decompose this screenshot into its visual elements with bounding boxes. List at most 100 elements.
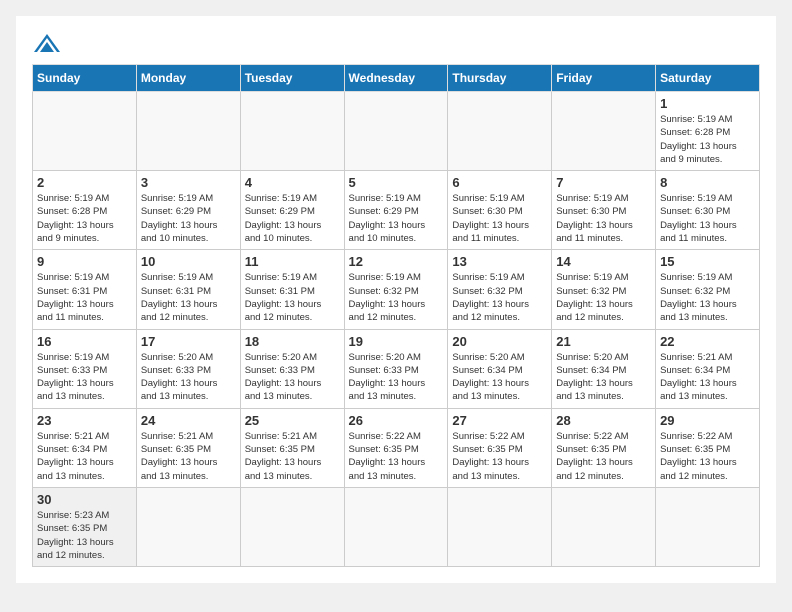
calendar-week-row: 1 Sunrise: 5:19 AMSunset: 6:28 PMDaylight… [33,92,760,171]
calendar-cell: 9 Sunrise: 5:19 AMSunset: 6:31 PMDaylight… [33,250,137,329]
calendar-cell: 6 Sunrise: 5:19 AMSunset: 6:30 PMDaylight… [448,171,552,250]
calendar-cell: 7 Sunrise: 5:19 AMSunset: 6:30 PMDaylight… [552,171,656,250]
col-monday: Monday [136,65,240,92]
day-info: Sunrise: 5:20 AMSunset: 6:33 PMDaylight:… [245,351,340,404]
day-number: 15 [660,254,755,269]
day-info: Sunrise: 5:19 AMSunset: 6:32 PMDaylight:… [660,271,755,324]
day-info: Sunrise: 5:22 AMSunset: 6:35 PMDaylight:… [452,430,547,483]
calendar-cell: 10 Sunrise: 5:19 AMSunset: 6:31 PMDayligh… [136,250,240,329]
day-number: 27 [452,413,547,428]
day-info: Sunrise: 5:20 AMSunset: 6:33 PMDaylight:… [141,351,236,404]
calendar-cell [240,92,344,171]
calendar-cell: 11Sunrise: 5:19 AMSunset: 6:31 PMDayligh… [240,250,344,329]
day-number: 24 [141,413,236,428]
calendar-cell: 27 Sunrise: 5:22 AMSunset: 6:35 PMDayligh… [448,408,552,487]
calendar-cell: 19 Sunrise: 5:20 AMSunset: 6:33 PMDayligh… [344,329,448,408]
day-number: 4 [245,175,340,190]
calendar-cell: 16 Sunrise: 5:19 AMSunset: 6:33 PMDayligh… [33,329,137,408]
day-info: Sunrise: 5:19 AMSunset: 6:31 PMDaylight:… [141,271,236,324]
day-number: 18 [245,334,340,349]
calendar-cell: 20Sunrise: 5:20 AMSunset: 6:34 PMDayligh… [448,329,552,408]
col-thursday: Thursday [448,65,552,92]
calendar-cell [656,487,760,566]
day-number: 1 [660,96,755,111]
calendar-cell: 25Sunrise: 5:21 AMSunset: 6:35 PMDayligh… [240,408,344,487]
calendar-cell: 29Sunrise: 5:22 AMSunset: 6:35 PMDayligh… [656,408,760,487]
col-tuesday: Tuesday [240,65,344,92]
day-info: Sunrise: 5:20 AMSunset: 6:34 PMDaylight:… [556,351,651,404]
calendar-cell: 24 Sunrise: 5:21 AMSunset: 6:35 PMDayligh… [136,408,240,487]
calendar-cell: 18 Sunrise: 5:20 AMSunset: 6:33 PMDayligh… [240,329,344,408]
day-info: Sunrise: 5:19 AMSunset: 6:29 PMDaylight:… [141,192,236,245]
day-info: Sunrise: 5:21 AMSunset: 6:35 PMDaylight:… [245,430,340,483]
day-info: Sunrise: 5:21 AMSunset: 6:34 PMDaylight:… [660,351,755,404]
calendar-cell [344,92,448,171]
calendar-cell: 2 Sunrise: 5:19 AMSunset: 6:28 PMDaylight… [33,171,137,250]
calendar-header-row: Sunday Monday Tuesday Wednesday Thursday… [33,65,760,92]
day-info: Sunrise: 5:19 AMSunset: 6:30 PMDaylight:… [452,192,547,245]
day-number: 16 [37,334,132,349]
calendar-week-row: 9 Sunrise: 5:19 AMSunset: 6:31 PMDaylight… [33,250,760,329]
calendar-cell [448,92,552,171]
calendar-cell [136,487,240,566]
calendar-cell: 8Sunrise: 5:19 AMSunset: 6:30 PMDaylight… [656,171,760,250]
calendar-cell: 4 Sunrise: 5:19 AMSunset: 6:29 PMDaylight… [240,171,344,250]
day-number: 23 [37,413,132,428]
day-number: 2 [37,175,132,190]
calendar-cell: 26 Sunrise: 5:22 AMSunset: 6:35 PMDayligh… [344,408,448,487]
day-number: 3 [141,175,236,190]
day-number: 9 [37,254,132,269]
day-number: 7 [556,175,651,190]
day-number: 12 [349,254,444,269]
day-number: 13 [452,254,547,269]
day-number: 22 [660,334,755,349]
day-info: Sunrise: 5:21 AMSunset: 6:35 PMDaylight:… [141,430,236,483]
calendar-cell: 21 Sunrise: 5:20 AMSunset: 6:34 PMDayligh… [552,329,656,408]
day-info: Sunrise: 5:19 AMSunset: 6:32 PMDaylight:… [349,271,444,324]
calendar-page: Sunday Monday Tuesday Wednesday Thursday… [16,16,776,583]
calendar-cell [552,487,656,566]
calendar-cell: 1 Sunrise: 5:19 AMSunset: 6:28 PMDaylight… [656,92,760,171]
day-number: 26 [349,413,444,428]
col-sunday: Sunday [33,65,137,92]
day-number: 6 [452,175,547,190]
col-wednesday: Wednesday [344,65,448,92]
logo [32,32,66,56]
calendar-table: Sunday Monday Tuesday Wednesday Thursday… [32,64,760,567]
calendar-cell [240,487,344,566]
day-info: Sunrise: 5:23 AMSunset: 6:35 PMDaylight:… [37,509,132,562]
day-info: Sunrise: 5:19 AMSunset: 6:30 PMDaylight:… [556,192,651,245]
calendar-cell [552,92,656,171]
logo-icon [32,32,62,56]
day-info: Sunrise: 5:22 AMSunset: 6:35 PMDaylight:… [660,430,755,483]
day-number: 5 [349,175,444,190]
day-number: 19 [349,334,444,349]
calendar-cell: 12 Sunrise: 5:19 AMSunset: 6:32 PMDayligh… [344,250,448,329]
calendar-cell: 15 Sunrise: 5:19 AMSunset: 6:32 PMDayligh… [656,250,760,329]
day-info: Sunrise: 5:19 AMSunset: 6:29 PMDaylight:… [245,192,340,245]
page-header [32,32,760,56]
day-info: Sunrise: 5:21 AMSunset: 6:34 PMDaylight:… [37,430,132,483]
calendar-cell: 23 Sunrise: 5:21 AMSunset: 6:34 PMDayligh… [33,408,137,487]
day-number: 8 [660,175,755,190]
calendar-week-row: 30Sunrise: 5:23 AMSunset: 6:35 PMDayligh… [33,487,760,566]
day-info: Sunrise: 5:19 AMSunset: 6:33 PMDaylight:… [37,351,132,404]
calendar-week-row: 23 Sunrise: 5:21 AMSunset: 6:34 PMDayligh… [33,408,760,487]
col-friday: Friday [552,65,656,92]
day-info: Sunrise: 5:19 AMSunset: 6:28 PMDaylight:… [37,192,132,245]
day-info: Sunrise: 5:19 AMSunset: 6:31 PMDaylight:… [37,271,132,324]
calendar-cell [33,92,137,171]
calendar-cell: 13 Sunrise: 5:19 AMSunset: 6:32 PMDayligh… [448,250,552,329]
day-info: Sunrise: 5:22 AMSunset: 6:35 PMDaylight:… [349,430,444,483]
day-info: Sunrise: 5:22 AMSunset: 6:35 PMDaylight:… [556,430,651,483]
day-number: 11 [245,254,340,269]
calendar-week-row: 2 Sunrise: 5:19 AMSunset: 6:28 PMDaylight… [33,171,760,250]
calendar-cell [448,487,552,566]
day-info: Sunrise: 5:20 AMSunset: 6:33 PMDaylight:… [349,351,444,404]
day-number: 21 [556,334,651,349]
calendar-cell: 5Sunrise: 5:19 AMSunset: 6:29 PMDaylight… [344,171,448,250]
day-info: Sunrise: 5:19 AMSunset: 6:32 PMDaylight:… [452,271,547,324]
day-info: Sunrise: 5:20 AMSunset: 6:34 PMDaylight:… [452,351,547,404]
day-number: 10 [141,254,236,269]
day-info: Sunrise: 5:19 AMSunset: 6:28 PMDaylight:… [660,113,755,166]
